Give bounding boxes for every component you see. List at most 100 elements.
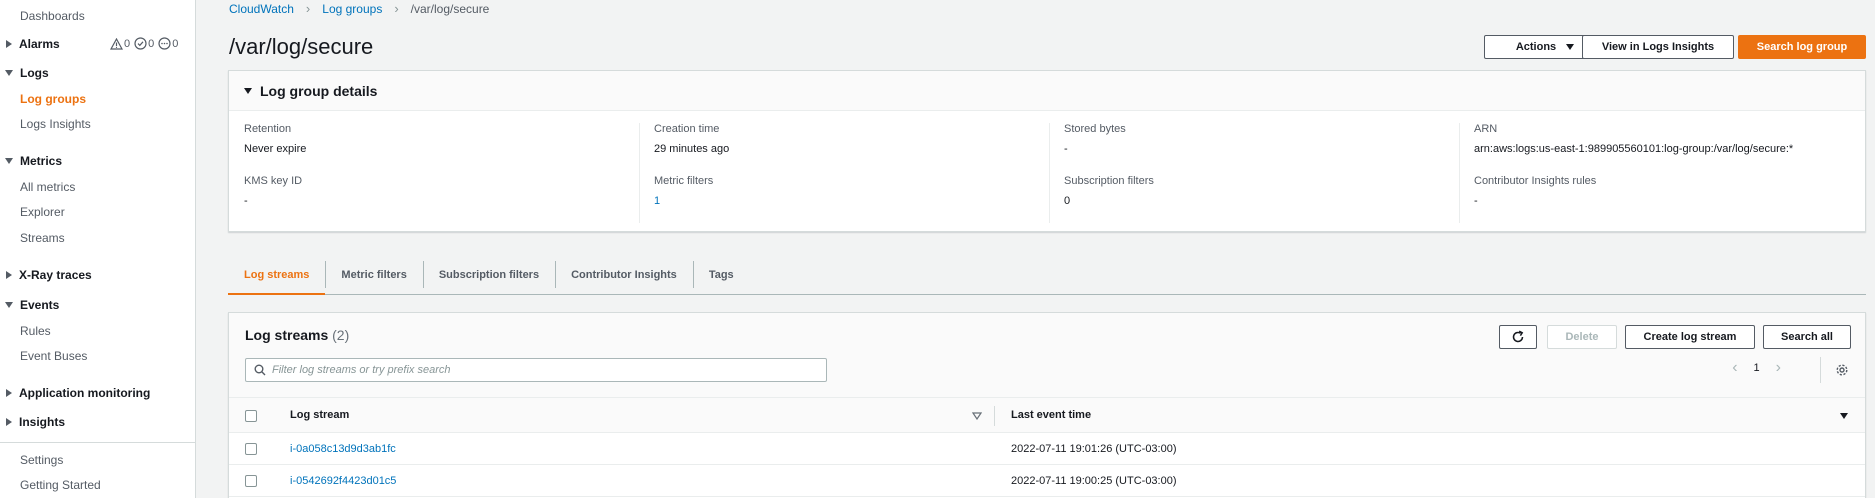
sidebar-section-application-monitoring[interactable]: Application monitoring bbox=[6, 386, 150, 400]
field-value: - bbox=[1064, 143, 1068, 155]
log-streams-header: Log streams (2) Delete Create log stream… bbox=[229, 313, 1865, 397]
table-row[interactable]: i-0542692f4423d01c5 2022-07-11 19:00:25 … bbox=[229, 465, 1865, 497]
field-value: - bbox=[244, 195, 248, 207]
details-column: ARN arn:aws:logs:us-east-1:989905560101:… bbox=[1459, 123, 1869, 223]
tab-log-streams[interactable]: Log streams bbox=[228, 255, 326, 295]
log-group-details-panel: Log group details Retention Never expire… bbox=[228, 70, 1866, 232]
refresh-button[interactable] bbox=[1499, 325, 1537, 349]
sidebar-section-metrics[interactable]: Metrics bbox=[5, 154, 62, 168]
sidebar-item-explorer[interactable]: Explorer bbox=[20, 205, 65, 219]
field-value: Never expire bbox=[244, 143, 307, 155]
caret-right-icon bbox=[6, 40, 12, 48]
caret-down-icon bbox=[5, 302, 13, 308]
chevron-left-icon[interactable]: ‹ bbox=[1732, 360, 1737, 376]
log-stream-link[interactable]: i-0a058c13d9d3ab1fc bbox=[290, 443, 396, 455]
alarm-in-alarm-count[interactable]: 0 bbox=[110, 37, 130, 50]
field-label: Retention bbox=[244, 123, 292, 135]
check-circle-icon bbox=[134, 37, 147, 50]
details-column: Creation time 29 minutes ago Metric filt… bbox=[639, 123, 1049, 223]
sidebar: Dashboards Alarms 0 0 0 Logs Log groups … bbox=[0, 0, 196, 498]
column-header-last-event-time[interactable]: Last event time bbox=[1011, 409, 1091, 421]
search-log-group-button[interactable]: Search log group bbox=[1738, 35, 1866, 59]
panel-title: Log group details bbox=[260, 82, 378, 99]
chevron-right-icon: › bbox=[305, 1, 311, 16]
caret-right-icon bbox=[6, 271, 12, 279]
chevron-right-icon[interactable]: › bbox=[1776, 360, 1781, 376]
field-label: Creation time bbox=[654, 123, 720, 135]
sidebar-section-label: Logs bbox=[20, 66, 49, 80]
field-label: ARN bbox=[1474, 123, 1498, 135]
field-label: Contributor Insights rules bbox=[1474, 175, 1597, 187]
chevron-right-icon: › bbox=[394, 1, 399, 16]
warning-icon bbox=[110, 37, 123, 50]
column-header-log-stream[interactable]: Log stream bbox=[290, 409, 349, 421]
breadcrumb-cloudwatch[interactable]: CloudWatch bbox=[229, 2, 294, 16]
sidebar-section-logs[interactable]: Logs bbox=[5, 66, 49, 80]
arn-value: arn:aws:logs:us-east-1:989905560101:log-… bbox=[1474, 143, 1794, 155]
alarm-insufficient-count[interactable]: 0 bbox=[158, 37, 178, 50]
sidebar-item-event-buses[interactable]: Event Buses bbox=[20, 349, 87, 363]
sort-descending-icon[interactable] bbox=[1839, 412, 1849, 420]
sidebar-section-label: Application monitoring bbox=[19, 386, 151, 400]
sidebar-section-insights[interactable]: Insights bbox=[6, 415, 65, 429]
log-group-details-header[interactable]: Log group details bbox=[229, 71, 1865, 111]
delete-button[interactable]: Delete bbox=[1547, 325, 1617, 349]
field-label: KMS key ID bbox=[244, 175, 303, 187]
row-checkbox[interactable] bbox=[245, 443, 257, 455]
log-stream-link[interactable]: i-0542692f4423d01c5 bbox=[290, 475, 396, 487]
sidebar-item-getting-started[interactable]: Getting Started bbox=[20, 478, 101, 492]
metric-filters-link[interactable]: 1 bbox=[654, 195, 660, 207]
caret-right-icon bbox=[6, 418, 12, 426]
table-header: Log stream Last event time bbox=[229, 397, 1865, 433]
create-log-stream-button[interactable]: Create log stream bbox=[1625, 325, 1755, 349]
tab-tags[interactable]: Tags bbox=[692, 255, 750, 294]
sort-icon[interactable] bbox=[972, 412, 982, 420]
details-column: Stored bytes - Subscription filters 0 bbox=[1049, 123, 1459, 223]
field-value: 29 minutes ago bbox=[654, 143, 730, 155]
field-value: 0 bbox=[1064, 195, 1071, 207]
stream-count: (2) bbox=[332, 327, 350, 343]
caret-down-icon bbox=[5, 158, 13, 164]
sidebar-item-settings[interactable]: Settings bbox=[20, 453, 63, 467]
breadcrumb-log-groups[interactable]: Log groups bbox=[322, 2, 382, 16]
last-event-time: 2022-07-11 19:01:26 (UTC-03:00) bbox=[1011, 443, 1177, 455]
tab-contributor-insights[interactable]: Contributor Insights bbox=[555, 255, 693, 294]
sidebar-section-alarms[interactable]: Alarms bbox=[6, 37, 60, 51]
gear-icon[interactable] bbox=[1835, 363, 1849, 377]
view-in-logs-insights-button[interactable]: View in Logs Insights bbox=[1582, 35, 1734, 59]
sidebar-section-label: Alarms bbox=[19, 37, 60, 51]
sidebar-section-events[interactable]: Events bbox=[5, 298, 60, 312]
last-event-time: 2022-07-11 19:00:25 (UTC-03:00) bbox=[1011, 475, 1177, 487]
row-checkbox[interactable] bbox=[245, 475, 257, 487]
sidebar-divider bbox=[0, 442, 195, 443]
page-title: /var/log/secure bbox=[229, 34, 374, 59]
sidebar-item-logs-insights[interactable]: Logs Insights bbox=[20, 117, 91, 131]
sidebar-item-dashboards[interactable]: Dashboards bbox=[20, 9, 85, 23]
field-label: Metric filters bbox=[654, 175, 714, 187]
sidebar-section-xray[interactable]: X-Ray traces bbox=[6, 268, 92, 282]
ellipsis-circle-icon bbox=[158, 37, 171, 50]
refresh-icon bbox=[1512, 330, 1524, 343]
caret-right-icon bbox=[6, 389, 12, 397]
panel-title: Log streams (2) bbox=[245, 327, 350, 343]
tab-metric-filters[interactable]: Metric filters bbox=[325, 255, 422, 294]
tab-subscription-filters[interactable]: Subscription filters bbox=[422, 255, 555, 294]
breadcrumb: CloudWatch › Log groups › /var/log/secur… bbox=[229, 1, 489, 16]
filter-box bbox=[245, 358, 827, 382]
sidebar-section-label: Events bbox=[20, 298, 60, 312]
sidebar-item-log-groups[interactable]: Log groups bbox=[20, 92, 86, 106]
filter-log-streams-input[interactable] bbox=[272, 364, 812, 376]
page-number[interactable]: 1 bbox=[1754, 362, 1760, 374]
alarm-ok-count[interactable]: 0 bbox=[134, 37, 154, 50]
sidebar-item-streams[interactable]: Streams bbox=[20, 231, 65, 245]
caret-down-icon bbox=[244, 87, 252, 94]
table-row[interactable]: i-0a058c13d9d3ab1fc 2022-07-11 19:01:26 … bbox=[229, 433, 1865, 465]
breadcrumb-current: /var/log/secure bbox=[410, 1, 490, 16]
details-column: Retention Never expire KMS key ID - bbox=[229, 123, 639, 223]
log-streams-panel: Log streams (2) Delete Create log stream… bbox=[228, 312, 1866, 498]
select-all-checkbox[interactable] bbox=[245, 410, 257, 422]
sidebar-item-all-metrics[interactable]: All metrics bbox=[20, 180, 75, 194]
tab-bar: Log streams Metric filters Subscription … bbox=[228, 255, 1866, 295]
sidebar-item-rules[interactable]: Rules bbox=[20, 324, 51, 338]
search-all-button[interactable]: Search all bbox=[1763, 325, 1851, 349]
